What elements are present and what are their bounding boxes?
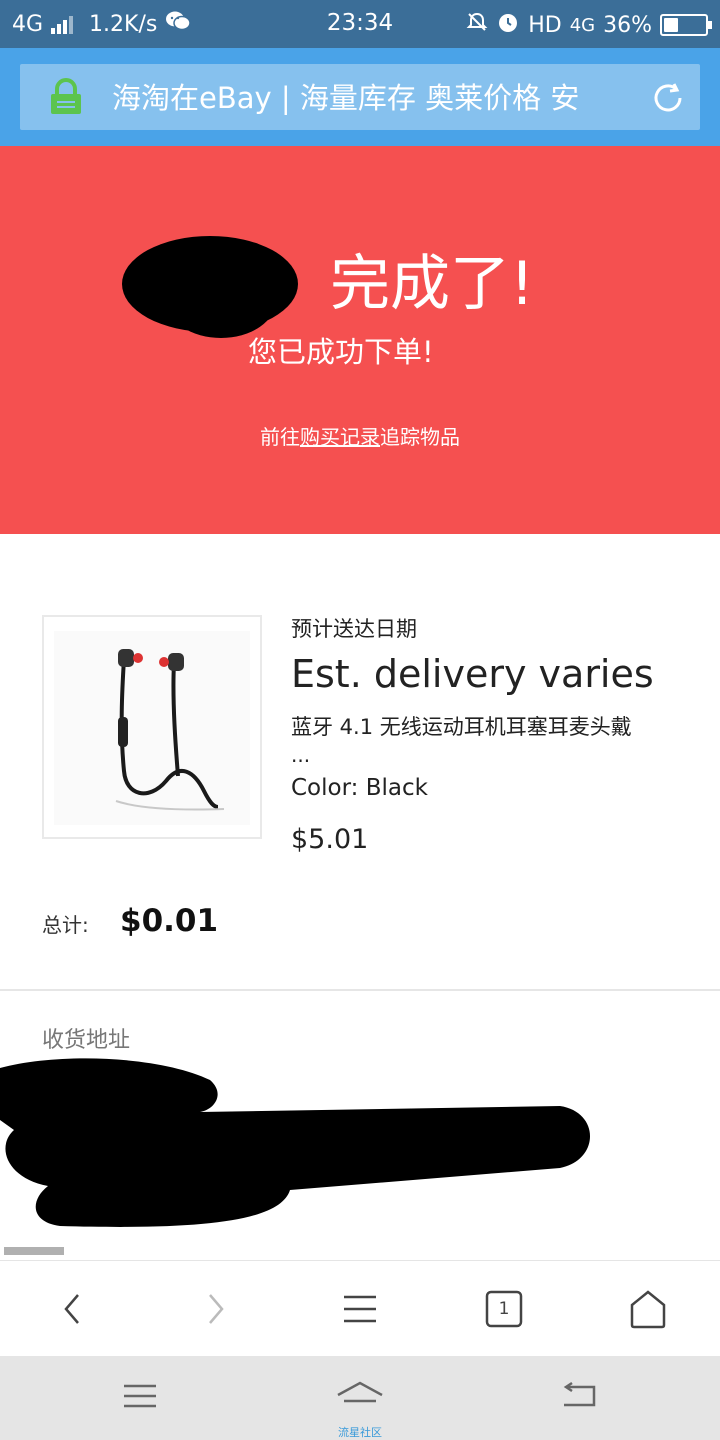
confirmation-title: 完成了! bbox=[330, 249, 535, 319]
browser-toolbar: 1 bbox=[0, 1260, 720, 1356]
address-bar[interactable]: 海淘在eBay | 海量库存 奥莱价格 安 bbox=[20, 64, 700, 130]
battery-percent: 36% bbox=[603, 12, 652, 38]
tabs-button[interactable]: 1 bbox=[478, 1283, 530, 1335]
mute-bell-icon bbox=[466, 11, 488, 39]
total-value: $0.01 bbox=[120, 903, 219, 939]
product-image[interactable] bbox=[42, 615, 262, 839]
page-title: 海淘在eBay | 海量库存 奥莱价格 安 bbox=[112, 81, 580, 115]
alarm-icon bbox=[496, 10, 520, 40]
reload-icon[interactable] bbox=[650, 80, 686, 116]
redacted-address bbox=[0, 1050, 600, 1232]
item-price: $5.01 bbox=[291, 824, 369, 855]
menu-icon[interactable] bbox=[334, 1283, 386, 1335]
purchase-history-link[interactable]: 购买记录 bbox=[300, 425, 380, 449]
link-suffix: 追踪物品 bbox=[380, 425, 460, 449]
item-title[interactable]: 蓝牙 4.1 无线运动耳机耳塞耳麦头戴 bbox=[291, 712, 711, 742]
home-icon[interactable] bbox=[622, 1283, 674, 1335]
network-type-2: 4G bbox=[569, 14, 596, 36]
page-scroll-indicator bbox=[4, 1247, 64, 1255]
battery-icon bbox=[660, 14, 712, 36]
purchase-history-hint: 前往购买记录追踪物品 bbox=[0, 422, 720, 452]
redaction bbox=[166, 262, 276, 338]
forward-icon[interactable] bbox=[190, 1283, 242, 1335]
back-icon[interactable] bbox=[46, 1283, 98, 1335]
home-caption: 流星社区 bbox=[338, 1426, 382, 1439]
delivery-date-value: Est. delivery varies bbox=[291, 652, 654, 696]
delivery-date-label: 预计送达日期 bbox=[291, 617, 417, 641]
status-bar: 4G 1.2K/s 23:34 HD 4G 36% bbox=[0, 0, 720, 48]
total-label: 总计: bbox=[42, 913, 89, 937]
confirmation-banner: 完成了! 您已成功下单! 前往购买记录追踪物品 bbox=[0, 146, 720, 534]
system-nav-bar: 流星社区 bbox=[0, 1356, 720, 1440]
browser-address-area: 海淘在eBay | 海量库存 奥莱价格 安 bbox=[0, 48, 720, 146]
status-right: HD 4G 36% bbox=[466, 10, 712, 40]
link-prefix: 前往 bbox=[260, 425, 300, 449]
lock-icon bbox=[48, 78, 84, 116]
recent-apps-icon[interactable] bbox=[116, 1376, 164, 1416]
confirmation-subtitle: 您已成功下单! bbox=[248, 335, 434, 369]
earphones-image bbox=[54, 631, 250, 825]
hd-label: HD bbox=[528, 12, 562, 38]
system-home-icon[interactable] bbox=[336, 1376, 384, 1416]
item-color: Color: Black bbox=[291, 775, 428, 801]
divider bbox=[0, 989, 720, 991]
tab-count: 1 bbox=[498, 1299, 510, 1319]
system-back-icon[interactable] bbox=[556, 1376, 604, 1416]
item-title-more: ... bbox=[291, 743, 311, 767]
